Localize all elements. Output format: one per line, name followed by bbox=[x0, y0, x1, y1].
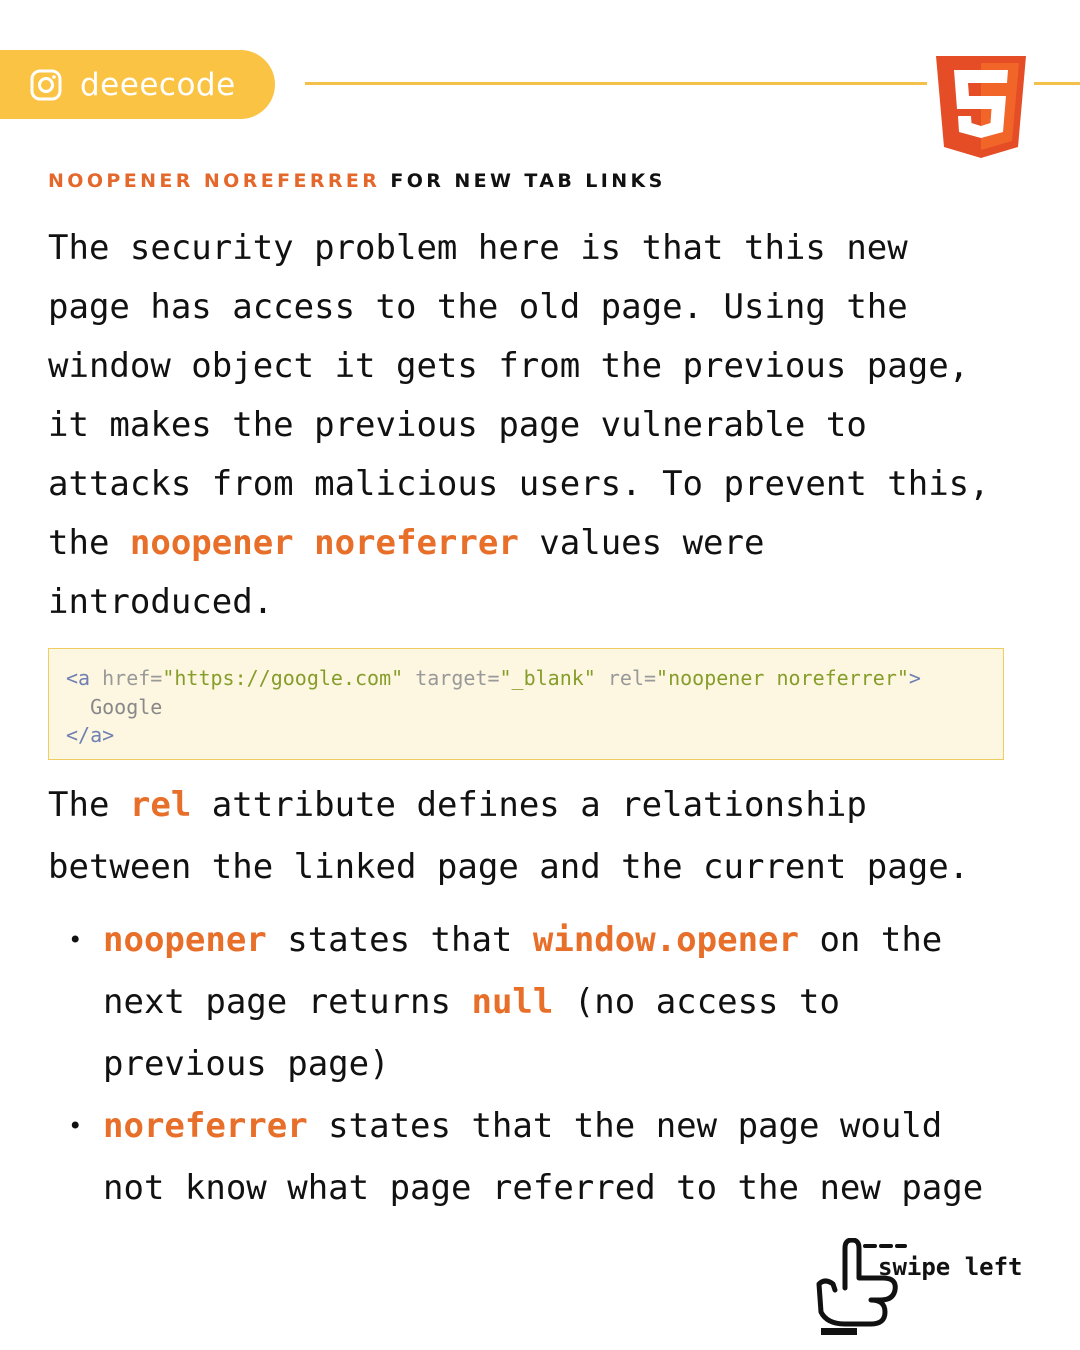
highlight-null: null bbox=[471, 982, 554, 1022]
highlight-noopener-noreferrer: noopener noreferrer bbox=[129, 523, 519, 563]
header-rule-left bbox=[305, 82, 927, 85]
list-item: • noreferrer states that the new page wo… bbox=[48, 1095, 983, 1219]
paragraph-line: the noopener noreferrer values were bbox=[48, 514, 990, 573]
code-attr: target= bbox=[403, 666, 500, 690]
bullet-dot: • bbox=[68, 1112, 83, 1140]
text-span: states that the new page would bbox=[307, 1106, 943, 1146]
handle-text: deeecode bbox=[80, 66, 236, 103]
code-attr: href= bbox=[90, 666, 163, 690]
code-string: "https://google.com" bbox=[162, 666, 404, 690]
paragraph-line: between the linked page and the current … bbox=[48, 847, 970, 887]
instagram-icon bbox=[30, 69, 62, 100]
paragraph-line: attacks from malicious users. To prevent… bbox=[48, 464, 990, 504]
handle-badge[interactable]: deeecode bbox=[0, 50, 275, 119]
code-block: <a href="https://google.com" target="_bl… bbox=[48, 648, 1004, 760]
intro-paragraph: The security problem here is that this n… bbox=[48, 219, 990, 632]
rel-paragraph: The rel attribute defines a relationship… bbox=[48, 774, 969, 898]
bullet-line: next page returns null (no access to bbox=[103, 971, 983, 1033]
bullet-dot: • bbox=[68, 926, 83, 954]
code-tag: <a bbox=[66, 666, 91, 690]
paragraph-line: window object it gets from the previous … bbox=[48, 346, 970, 386]
highlight-rel: rel bbox=[129, 785, 192, 825]
paragraph-line: page has access to the old page. Using t… bbox=[48, 287, 908, 327]
paragraph-line: The security problem here is that this n… bbox=[48, 228, 908, 268]
text-span: attribute defines a relationship bbox=[191, 785, 867, 825]
paragraph-line: it makes the previous page vulnerable to bbox=[48, 405, 867, 445]
bullet-line: previous page) bbox=[103, 1044, 390, 1084]
code-string: "noopener noreferrer" bbox=[656, 666, 909, 690]
bullet-line: noopener states that window.opener on th… bbox=[103, 909, 983, 971]
swipe-label: swipe left bbox=[878, 1253, 1023, 1281]
bullet-line: not know what page referred to the new p… bbox=[103, 1168, 984, 1208]
code-line: Google bbox=[66, 694, 163, 719]
bullet-line: noreferrer states that the new page woul… bbox=[103, 1095, 983, 1157]
text-span: (no access to bbox=[553, 982, 840, 1022]
code-tag: </a> bbox=[66, 723, 115, 747]
text-span: The bbox=[48, 785, 130, 825]
highlight-window-opener: window.opener bbox=[532, 920, 799, 960]
text-span: states that bbox=[266, 920, 533, 960]
heading-rest: FOR NEW TAB LINKS bbox=[390, 170, 666, 192]
text-span: next page returns bbox=[103, 982, 472, 1022]
bullet-list: • noopener states that window.opener on … bbox=[48, 909, 983, 1219]
highlight-noreferrer: noreferrer bbox=[103, 1106, 308, 1146]
list-item: • noopener states that window.opener on … bbox=[48, 909, 983, 1095]
code-attr: rel= bbox=[595, 666, 657, 690]
paragraph-line: introduced. bbox=[48, 582, 274, 622]
code-line: <a href="https://google.com" target="_bl… bbox=[66, 664, 1003, 693]
html5-logo-icon bbox=[936, 56, 1026, 158]
text-span: on the bbox=[798, 920, 943, 960]
header-rule-right bbox=[1034, 82, 1080, 85]
code-line: </a> bbox=[66, 721, 1003, 750]
text-span: the bbox=[48, 523, 130, 563]
page-heading: NOOPENER NOREFERRER FOR NEW TAB LINKS bbox=[48, 170, 666, 192]
text-span: values were bbox=[518, 523, 765, 563]
paragraph-line: The rel attribute defines a relationship bbox=[48, 774, 969, 836]
heading-accent: NOOPENER NOREFERRER bbox=[48, 170, 381, 192]
code-tag: > bbox=[908, 666, 921, 690]
code-string: "_blank" bbox=[499, 666, 596, 690]
highlight-noopener: noopener bbox=[103, 920, 267, 960]
